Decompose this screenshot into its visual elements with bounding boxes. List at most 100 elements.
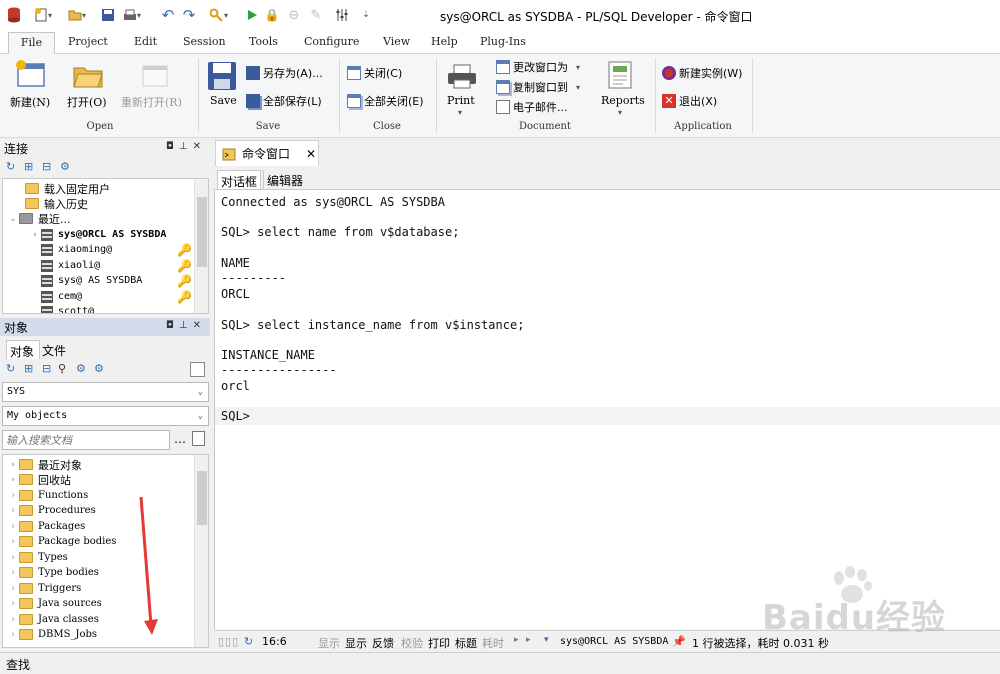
key-icon[interactable]: ▾ [206,7,232,23]
refresh-icon[interactable]: ↻ [6,362,15,375]
tab-command-window[interactable]: 命令窗口 ✕ [215,140,319,166]
tree-item[interactable]: › Triggers [7,581,81,596]
print-icon[interactable]: ▾ [121,7,143,23]
tree-item[interactable]: › Java sources [7,596,102,611]
close-button[interactable]: 关闭(C) [347,64,402,82]
redo-icon[interactable]: ↷ [181,6,197,24]
tree-item[interactable]: › DBMS_Jobs [7,627,97,642]
status-button-timing[interactable]: 耗时 [482,635,504,651]
save-icon[interactable] [100,7,116,23]
chevron-right-icon[interactable]: › [7,491,19,501]
save-disk-icon[interactable] [207,61,237,94]
objects-scrollbar[interactable] [194,455,208,647]
tree-item[interactable]: › Packages [7,519,85,534]
tree-item[interactable]: 输入历史 [25,196,88,211]
tree-item[interactable]: › Procedures [7,503,96,518]
chevron-right-icon[interactable]: › [7,522,19,532]
chevron-right-icon[interactable]: › [7,475,19,485]
status-connection[interactable]: sys@ORCL AS SYSBDA [560,636,668,647]
open-icon[interactable]: ▾ [66,7,88,23]
tree-item[interactable]: › 最近对象 [7,457,82,472]
status-button-feedback[interactable]: 反馈 [372,635,394,651]
chevron-down-icon[interactable]: ⌄ [7,214,19,224]
printer-icon[interactable] [447,64,477,93]
user-select[interactable]: SYS ⌄ [2,382,209,402]
new-icon[interactable]: ▾ [32,7,54,23]
execute-icon[interactable] [244,7,260,23]
tree-item[interactable]: xiaoming@ [41,242,112,257]
connections-scrollbar[interactable] [194,179,208,313]
menu-tools[interactable]: Tools [249,35,278,48]
tree-item[interactable]: xiaoli@ [41,258,100,273]
close-tab-icon[interactable]: ✕ [306,147,316,161]
open-button[interactable]: 打开(O) [67,94,107,110]
search-input[interactable] [2,430,170,450]
reports-button[interactable]: Reports [601,94,645,107]
menu-file[interactable]: File [8,32,55,55]
refresh-icon[interactable]: ↻ [6,160,15,173]
status-button-verify[interactable]: 校验 [401,635,423,651]
tree-item[interactable]: sys@ AS SYSDBA [41,273,142,288]
customize-dropdown-icon[interactable]: ⇣ [360,7,372,23]
menu-edit[interactable]: Edit [134,35,157,48]
reports-icon[interactable] [607,60,637,93]
tree-item-active-connection[interactable]: › sys@ORCL AS SYSBDA [29,227,166,242]
checkbox-icon[interactable] [190,362,205,377]
binoculars-icon[interactable]: ⚲ [58,362,66,375]
exit-button[interactable]: ✕ 退出(X) [662,92,717,110]
tree-item[interactable]: › Functions [7,488,88,503]
refresh-icon[interactable]: ↻ [244,635,253,648]
settings-icon[interactable]: ⚙ [94,362,104,375]
reports-dropdown-icon[interactable]: ▾ [618,108,622,117]
collapse-icon[interactable]: ⊟ [42,160,51,173]
new-window-icon[interactable] [15,60,47,93]
command-output[interactable]: Connected as sys@ORCL AS SYSDBA SQL> sel… [214,189,1000,629]
chevron-right-icon[interactable]: › [7,460,19,470]
open-folder-icon[interactable] [72,62,104,93]
menu-project[interactable]: Project [68,35,108,48]
expand-icon[interactable]: ⊞ [24,362,33,375]
save-all-button[interactable]: 全部保存(L) [246,92,322,110]
tree-item[interactable]: cem@ [41,289,82,304]
status-button-print[interactable]: 打印 [428,635,450,651]
undo-icon[interactable]: ↶ [160,6,176,24]
tree-item[interactable]: 载入固定用户 [25,181,110,196]
tree-item[interactable]: › Types [7,550,68,565]
chevron-right-icon[interactable]: › [7,584,19,594]
chevron-right-icon[interactable]: › [7,630,19,640]
tree-item[interactable]: › Java classes [7,612,99,627]
tab-dialog[interactable]: 对话框 [217,170,262,190]
menu-session[interactable]: Session [183,35,226,48]
panel-controls-icon[interactable]: ◘⊥✕ [166,141,206,152]
chevron-right-icon[interactable]: › [7,568,19,578]
tab-files[interactable]: 文件 [42,342,66,359]
panel-controls-icon[interactable]: ◘⊥✕ [166,320,206,331]
expand-icon[interactable]: ⊞ [24,160,33,173]
chevron-right-icon[interactable]: › [7,506,19,516]
scrollbar-thumb[interactable] [197,197,207,267]
status-button-show[interactable]: 显示 [318,635,340,651]
chevron-right-icon[interactable]: › [7,615,19,625]
filter-icon[interactable]: ⚙ [76,362,86,375]
menu-plugins[interactable]: Plug-Ins [480,35,526,48]
more-options-icon[interactable]: … [174,432,186,446]
print-dropdown-icon[interactable]: ▾ [458,108,462,117]
chevron-right-icon[interactable]: › [7,553,19,563]
copy-window-button[interactable]: 复制窗口到 ▾ [496,78,580,96]
find-label[interactable]: 查找 [6,656,30,673]
tree-item[interactable]: › Type bodies [7,565,99,580]
status-nav-icon[interactable]: ▸ [526,635,531,645]
close-all-button[interactable]: 全部关闭(E) [347,92,424,110]
settings-bars-icon[interactable] [334,7,350,23]
chevron-right-icon[interactable]: › [7,599,19,609]
status-button-title[interactable]: 标题 [455,635,477,651]
print-button[interactable]: Print [447,94,475,107]
save-button[interactable]: Save [210,94,237,107]
tree-item[interactable]: › Package bodies [7,534,116,549]
new-instance-button[interactable]: 新建实例(W) [662,64,742,82]
connection-dropdown-icon[interactable]: ▾ [544,635,549,645]
status-button-show-2[interactable]: 显示 [345,635,367,651]
menu-configure[interactable]: Configure [304,35,359,48]
scrollbar-thumb[interactable] [197,471,207,525]
tree-item[interactable]: › 回收站 [7,472,71,487]
